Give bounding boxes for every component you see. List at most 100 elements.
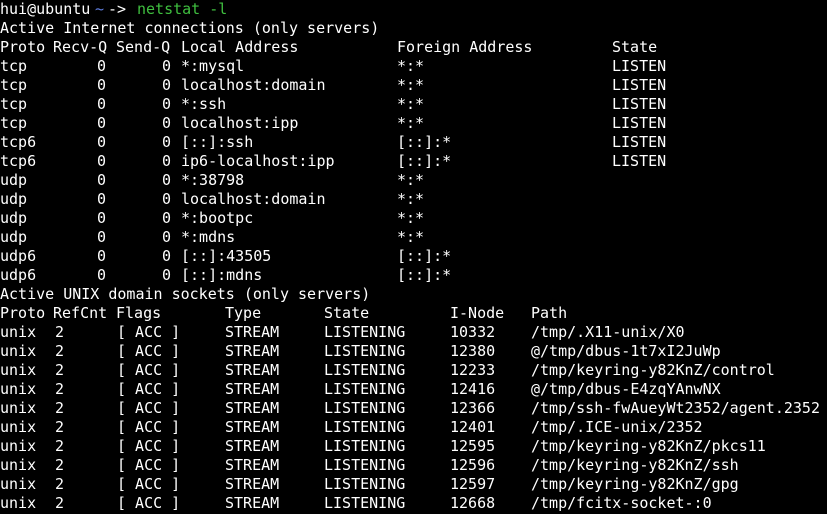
cell-path: /tmp/keyring-y82KnZ/ssh xyxy=(531,456,739,474)
terminal-window[interactable]: hui@ubuntu ~ -> netstat -l Active Intern… xyxy=(0,0,827,514)
cell-foreign-address: [::]:* xyxy=(397,266,452,284)
cell-type: STREAM xyxy=(225,475,280,493)
cell-proto: tcp6 xyxy=(0,152,37,170)
cell-state: LISTEN xyxy=(612,57,667,75)
cell-send-q: 0 xyxy=(161,133,171,151)
cell-foreign-address: *:* xyxy=(397,171,425,189)
cell-refcnt: 2 xyxy=(55,361,65,379)
cell-foreign-address: *:* xyxy=(397,57,425,75)
cell-local-address: [::]:ssh xyxy=(181,133,254,151)
cell-proto: unix xyxy=(0,437,37,455)
cell-inode: 12595 xyxy=(450,437,496,455)
cell-type: STREAM xyxy=(225,342,280,360)
cell-proto: tcp6 xyxy=(0,133,37,151)
cell-recv-q: 0 xyxy=(96,247,106,265)
cell-type: STREAM xyxy=(225,399,280,417)
cell-inode: 12380 xyxy=(450,342,496,360)
unix-table-row: unix 2 [ ACC ] STREAM LISTENING 12401/tmp/.IC… xyxy=(0,418,827,437)
cell-proto: udp6 xyxy=(0,266,37,284)
cell-local-address: [::]:43505 xyxy=(181,247,272,265)
cell-local-address: *:ssh xyxy=(181,95,227,113)
cell-refcnt: 2 xyxy=(55,437,65,455)
cell-state: LISTENING xyxy=(324,323,406,341)
cell-local-address: *:bootpc xyxy=(181,209,254,227)
header-flags: Flags xyxy=(116,304,162,322)
cell-foreign-address: *:* xyxy=(397,76,425,94)
cell-recv-q: 0 xyxy=(96,57,106,75)
cell-send-q: 0 xyxy=(161,209,171,227)
cell-proto: tcp xyxy=(0,114,28,132)
internet-table-row: udp 0 0 localhost:domain *:* xyxy=(0,190,827,209)
cell-inode: 12416 xyxy=(450,380,496,398)
internet-table-row: tcp 0 0 localhost:ipp *:* LISTEN xyxy=(0,114,827,133)
cell-type: STREAM xyxy=(225,456,280,474)
cell-refcnt: 2 xyxy=(55,418,65,436)
unix-table-row: unix 2 [ ACC ] STREAM LISTENING 12380 @/tmp/db… xyxy=(0,342,827,361)
cell-recv-q: 0 xyxy=(96,190,106,208)
unix-section-title: Active UNIX domain sockets (only servers… xyxy=(0,285,371,303)
unix-table-row: unix 2 [ ACC ] STREAM LISTENING 12595/tmp/key… xyxy=(0,437,827,456)
cell-flags: [ ACC ] xyxy=(117,475,181,493)
cell-state: LISTENING xyxy=(324,475,406,493)
cell-type: STREAM xyxy=(225,323,280,341)
cell-foreign-address: *:* xyxy=(397,114,425,132)
cell-flags: [ ACC ] xyxy=(117,399,181,417)
cell-flags: [ ACC ] xyxy=(117,361,181,379)
cell-refcnt: 2 xyxy=(55,475,65,493)
cell-local-address: *:mdns xyxy=(181,228,236,246)
cell-foreign-address: [::]:* xyxy=(397,152,452,170)
cell-path: @/tmp/dbus-1t7xI2JuWp xyxy=(531,342,721,360)
cell-path: /tmp/keyring-y82KnZ/gpg xyxy=(531,475,739,493)
cell-proto: unix xyxy=(0,380,37,398)
cell-recv-q: 0 xyxy=(96,228,106,246)
header-state: State xyxy=(612,38,658,56)
cell-state: LISTENING xyxy=(324,456,406,474)
cell-path: /tmp/.ICE-unix/2352 xyxy=(531,418,703,436)
cell-flags: [ ACC ] xyxy=(117,342,181,360)
cell-flags: [ ACC ] xyxy=(117,380,181,398)
cell-proto: udp xyxy=(0,209,28,227)
internet-table-row: udp 0 0 *:bootpc *:* xyxy=(0,209,827,228)
cell-inode: 10332 xyxy=(450,323,496,341)
cell-proto: unix xyxy=(0,494,37,512)
prompt-command: netstat -l xyxy=(137,0,228,18)
internet-table-row: udp6 0 0 [::]:43505 [::]:* xyxy=(0,247,827,266)
internet-table-row: tcp6 0 0 [::]:ssh [::]:* LISTEN xyxy=(0,133,827,152)
cell-proto: tcp xyxy=(0,57,28,75)
cell-refcnt: 2 xyxy=(55,494,65,512)
cell-foreign-address: *:* xyxy=(397,190,425,208)
cell-proto: unix xyxy=(0,323,37,341)
cell-local-address: ip6-localhost:ipp xyxy=(181,152,335,170)
header-send-q: Send-Q xyxy=(116,38,171,56)
unix-table-row: unix 2 [ ACC ] STREAM LISTENING 12366/tmp/ssh… xyxy=(0,399,827,418)
cell-state: LISTEN xyxy=(612,95,667,113)
cell-path: /tmp/keyring-y82KnZ/control xyxy=(531,361,775,379)
cell-send-q: 0 xyxy=(161,95,171,113)
internet-table-row: udp 0 0 *:mdns *:* xyxy=(0,228,827,247)
cell-proto: unix xyxy=(0,418,37,436)
cell-type: STREAM xyxy=(225,361,280,379)
header-local-address: Local Address xyxy=(181,38,299,56)
internet-table-row: udp6 0 0 [::]:mdns [::]:* xyxy=(0,266,827,285)
header-proto: Proto xyxy=(0,38,46,56)
unix-table-row: unix 2 [ ACC ] STREAM LISTENING 12597/tmp/key… xyxy=(0,475,827,494)
cell-send-q: 0 xyxy=(161,266,171,284)
internet-header-row: Proto Recv-Q Send-Q Local Address Foreig… xyxy=(0,38,827,57)
cell-flags: [ ACC ] xyxy=(117,323,181,341)
cell-state: LISTEN xyxy=(612,152,667,170)
unix-table-row: unix 2 [ ACC ] STREAM LISTENING 12668/tmp/fci… xyxy=(0,494,827,513)
prompt-user-host: hui@ubuntu xyxy=(0,0,91,18)
cell-state: LISTENING xyxy=(324,342,406,360)
cell-state: LISTENING xyxy=(324,437,406,455)
unix-table-row: unix 2 [ ACC ] STREAM LISTENING 12233/tmp/key… xyxy=(0,361,827,380)
cell-local-address: localhost:ipp xyxy=(181,114,299,132)
cell-local-address: *:mysql xyxy=(181,57,245,75)
cell-proto: unix xyxy=(0,342,37,360)
internet-table-row: tcp 0 0 localhost:domain *:* LISTEN xyxy=(0,76,827,95)
cell-inode: 12233 xyxy=(450,361,496,379)
prompt-line: hui@ubuntu ~ -> netstat -l xyxy=(0,0,227,19)
cell-type: STREAM xyxy=(225,418,280,436)
cell-inode: 12597 xyxy=(450,475,496,493)
cell-recv-q: 0 xyxy=(96,209,106,227)
cell-proto: unix xyxy=(0,361,37,379)
